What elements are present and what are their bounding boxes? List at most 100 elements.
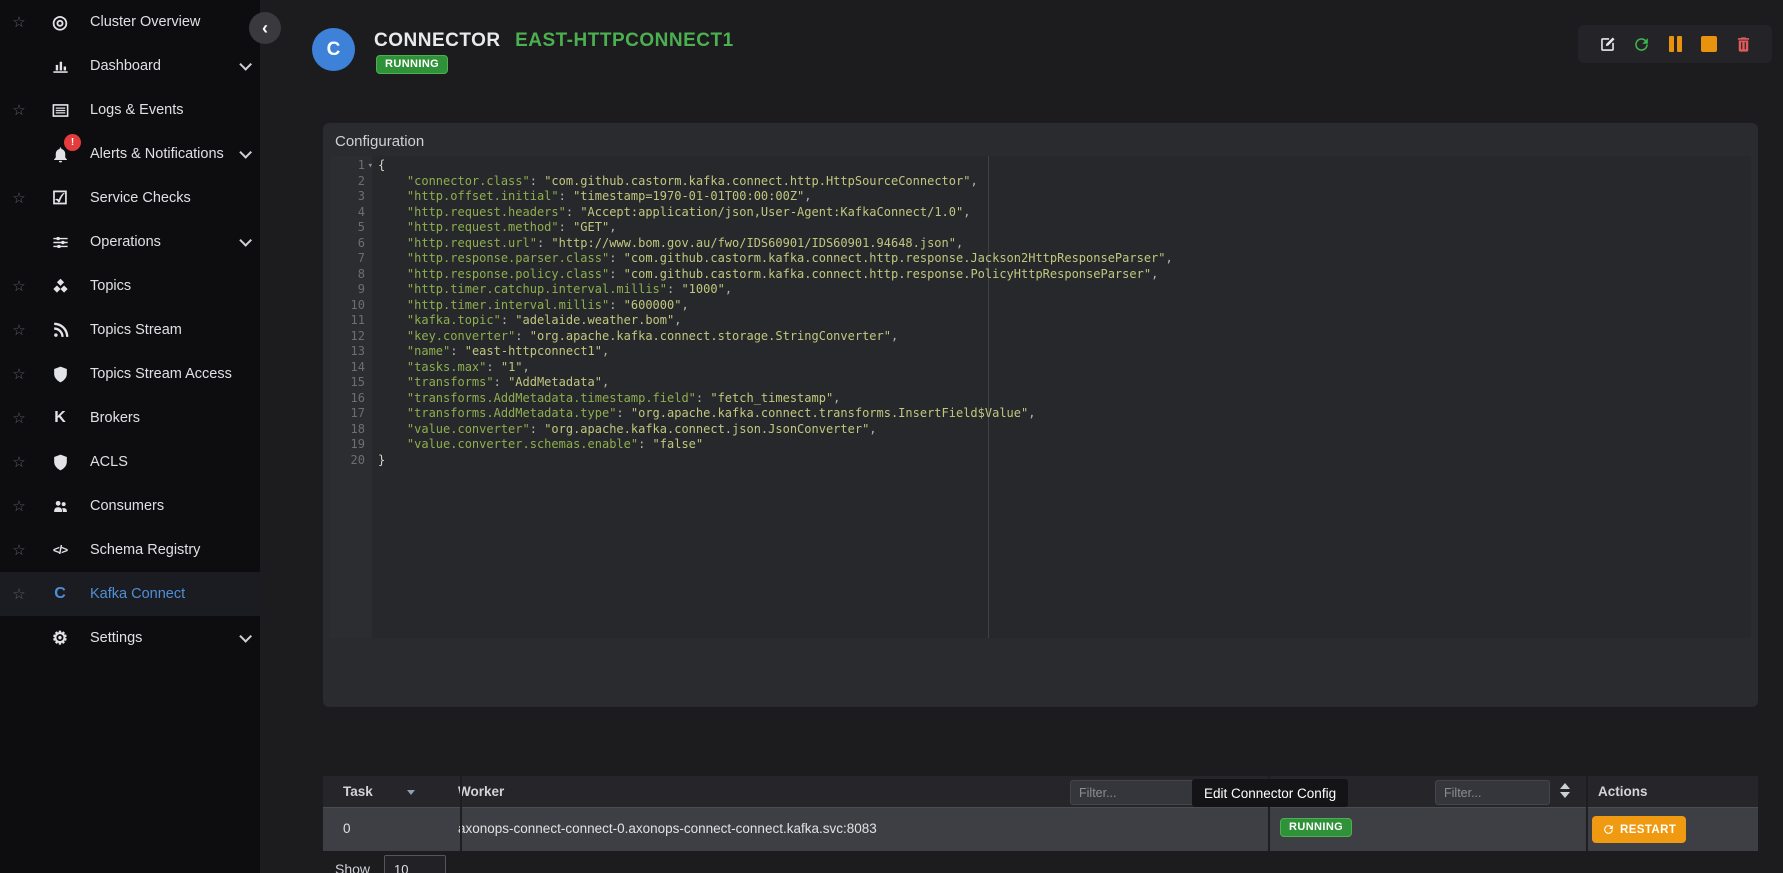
connector-type-label: CONNECTOR: [374, 30, 501, 51]
sidebar-item-service-checks[interactable]: ☆ ☑ Service Checks: [0, 176, 260, 220]
sidebar-item-brokers[interactable]: ☆ K Brokers: [0, 396, 260, 440]
shield-icon: [48, 450, 72, 474]
rss-icon: [48, 318, 72, 342]
cubes-icon: [48, 274, 72, 298]
sort-updown-icon[interactable]: [1560, 783, 1570, 798]
delete-icon[interactable]: [1732, 33, 1754, 55]
code-line: "transforms": "AddMetadata",: [372, 375, 609, 391]
sidebar-item-topics-stream-access[interactable]: ☆ Topics Stream Access: [0, 352, 260, 396]
task-status-badge: RUNNING: [1280, 818, 1352, 837]
line-number: 18: [330, 422, 372, 438]
connector-actions-toolbar: [1578, 25, 1772, 63]
target-icon: ◎: [48, 10, 72, 34]
sidebar: ☆ ◎ Cluster Overview Dashboard ☆ Logs & …: [0, 0, 260, 873]
code-line: }: [372, 453, 385, 469]
column-header-worker[interactable]: Worker: [458, 784, 504, 799]
table-footer: Show 10: [323, 855, 446, 873]
favorite-star-icon[interactable]: ☆: [9, 541, 29, 559]
sidebar-item-operations[interactable]: Operations: [0, 220, 260, 264]
sidebar-item-acls[interactable]: ☆ ACLS: [0, 440, 260, 484]
column-header-task[interactable]: Task: [343, 784, 415, 799]
page-size-select[interactable]: 10: [384, 855, 446, 873]
pause-icon[interactable]: [1664, 33, 1686, 55]
sidebar-item-label: Service Checks: [90, 190, 191, 206]
favorite-star-icon[interactable]: ☆: [9, 277, 29, 295]
sidebar-item-topics[interactable]: ☆ Topics: [0, 264, 260, 308]
line-number: 19: [330, 437, 372, 453]
line-number: 4: [330, 205, 372, 221]
favorite-star-icon[interactable]: ☆: [9, 189, 29, 207]
sidebar-item-label: Topics Stream Access: [90, 366, 232, 382]
sidebar-item-logs-events[interactable]: ☆ Logs & Events: [0, 88, 260, 132]
sidebar-item-label: Schema Registry: [90, 542, 200, 558]
chevron-left-icon: ‹: [262, 18, 268, 39]
connector-name: EAST-HTTPCONNECT1: [515, 30, 734, 51]
favorite-star-icon[interactable]: ☆: [9, 453, 29, 471]
code-line: "key.converter": "org.apache.kafka.conne…: [372, 329, 898, 345]
code-line: "http.offset.initial": "timestamp=1970-0…: [372, 189, 812, 205]
check-square-icon: ☑: [48, 186, 72, 210]
line-number: 20: [330, 453, 372, 469]
line-number: 10: [330, 298, 372, 314]
sidebar-item-topics-stream[interactable]: ☆ Topics Stream: [0, 308, 260, 352]
sidebar-item-alerts-notifications[interactable]: ! Alerts & Notifications: [0, 132, 260, 176]
sidebar-item-settings[interactable]: ⚙ Settings: [0, 616, 260, 660]
favorite-star-icon[interactable]: ☆: [9, 409, 29, 427]
sidebar-item-dashboard[interactable]: Dashboard: [0, 44, 260, 88]
sidebar-item-kafka-connect[interactable]: ☆ C Kafka Connect: [0, 572, 260, 616]
show-label: Show: [335, 861, 370, 873]
line-number: 13: [330, 344, 372, 360]
code-line: "transforms.AddMetadata.timestamp.field"…: [372, 391, 840, 407]
code-line: "name": "east-httpconnect1",: [372, 344, 609, 360]
column-divider: [460, 776, 462, 851]
bell-icon: !: [48, 142, 72, 166]
sidebar-item-schema-registry[interactable]: ☆ </> Schema Registry: [0, 528, 260, 572]
line-number: 5: [330, 220, 372, 236]
edit-connector-config-tooltip: Edit Connector Config: [1192, 779, 1348, 807]
favorite-star-icon[interactable]: ☆: [9, 101, 29, 119]
sidebar-item-label: Dashboard: [90, 58, 161, 74]
sidebar-collapse-button[interactable]: ‹: [249, 12, 281, 44]
bar-chart-icon: [48, 54, 72, 78]
config-code-editor[interactable]: 1▾{2 "connector.class": "com.github.cast…: [330, 156, 1751, 638]
stop-icon[interactable]: [1698, 33, 1720, 55]
configuration-panel: Configuration 1▾{2 "connector.class": "c…: [323, 123, 1758, 707]
sidebar-item-label: Brokers: [90, 410, 140, 426]
c-letter-icon: C: [48, 582, 72, 606]
k-letter-icon: K: [48, 406, 72, 430]
code-line: "value.converter": "org.apache.kafka.con…: [372, 422, 877, 438]
restart-button[interactable]: RESTART: [1592, 816, 1686, 843]
favorite-star-icon[interactable]: ☆: [9, 13, 29, 31]
favorite-star-icon[interactable]: ☆: [9, 585, 29, 603]
favorite-star-icon[interactable]: ☆: [9, 365, 29, 383]
code-line: "kafka.topic": "adelaide.weather.bom",: [372, 313, 681, 329]
refresh-icon[interactable]: [1630, 33, 1652, 55]
tasks-table: Task Worker Actions Edit Connector Confi…: [323, 776, 1758, 851]
code-line: "http.request.url": "http://www.bom.gov.…: [372, 236, 963, 252]
code-line: "transforms.AddMetadata.type": "org.apac…: [372, 406, 1035, 422]
favorite-star-icon[interactable]: ☆: [9, 321, 29, 339]
code-line: "value.converter.schemas.enable": "false…: [372, 437, 703, 453]
sidebar-item-label: Topics Stream: [90, 322, 182, 338]
edit-icon[interactable]: [1596, 33, 1618, 55]
code-line: "http.request.method": "GET",: [372, 220, 616, 236]
sidebar-item-consumers[interactable]: ☆ Consumers: [0, 484, 260, 528]
column-divider: [1586, 776, 1588, 851]
page-title: CONNECTOR EAST-HTTPCONNECT1: [374, 30, 734, 52]
worker-filter-input[interactable]: [1070, 780, 1195, 805]
line-number: 8: [330, 267, 372, 283]
fold-caret-icon[interactable]: ▾: [368, 159, 373, 175]
sort-caret-icon: [407, 790, 415, 795]
code-line: {: [372, 158, 385, 174]
connector-avatar: C: [312, 28, 355, 71]
code-icon: </>: [48, 538, 72, 562]
people-icon: [48, 494, 72, 518]
favorite-star-icon[interactable]: ☆: [9, 497, 29, 515]
sidebar-item-cluster-overview[interactable]: ☆ ◎ Cluster Overview: [0, 0, 260, 44]
chevron-down-icon: [239, 58, 252, 71]
code-lines: 1▾{2 "connector.class": "com.github.cast…: [330, 158, 1751, 468]
status-badge: RUNNING: [376, 55, 448, 74]
chevron-down-icon: [239, 146, 252, 159]
table-row: 0 axonops-connect-connect-0.axonops-conn…: [323, 808, 1758, 851]
status-filter-input[interactable]: [1435, 780, 1550, 805]
